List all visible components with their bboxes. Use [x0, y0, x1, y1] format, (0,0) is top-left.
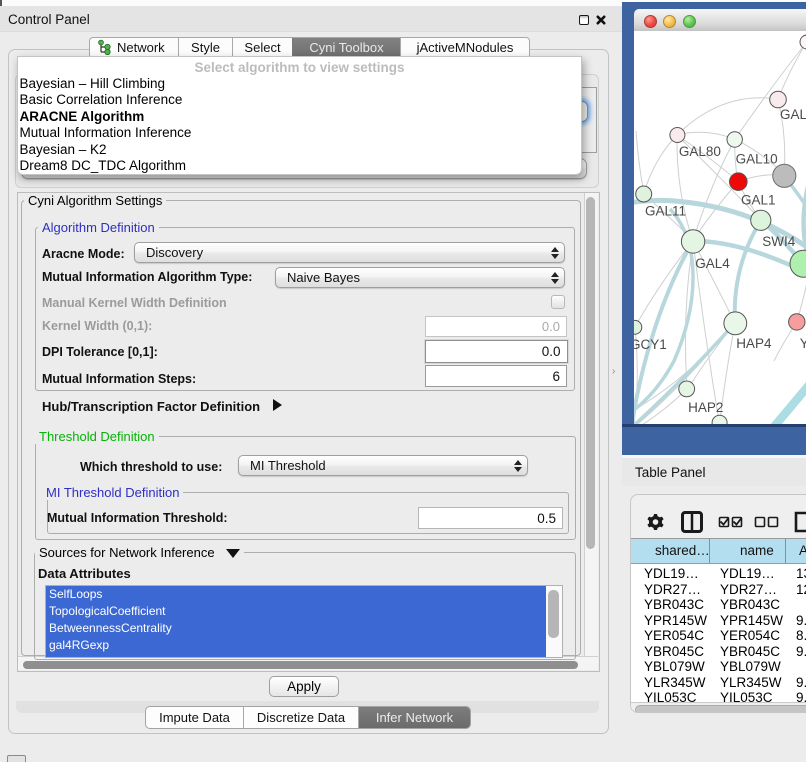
- svg-text:GAL11: GAL11: [645, 204, 686, 219]
- svg-text:SWI4: SWI4: [762, 234, 795, 249]
- svg-text:GAL1: GAL1: [741, 193, 776, 208]
- svg-text:Y: Y: [800, 336, 806, 351]
- svg-text:GAL80: GAL80: [679, 144, 721, 159]
- svg-text:GAL4: GAL4: [695, 256, 730, 271]
- svg-text:GAL10: GAL10: [736, 151, 778, 166]
- svg-text:GCY1: GCY1: [634, 337, 667, 352]
- svg-text:HAP4: HAP4: [736, 336, 772, 351]
- svg-text:GAL2: GAL2: [780, 107, 806, 122]
- svg-text:HAP2: HAP2: [688, 400, 723, 415]
